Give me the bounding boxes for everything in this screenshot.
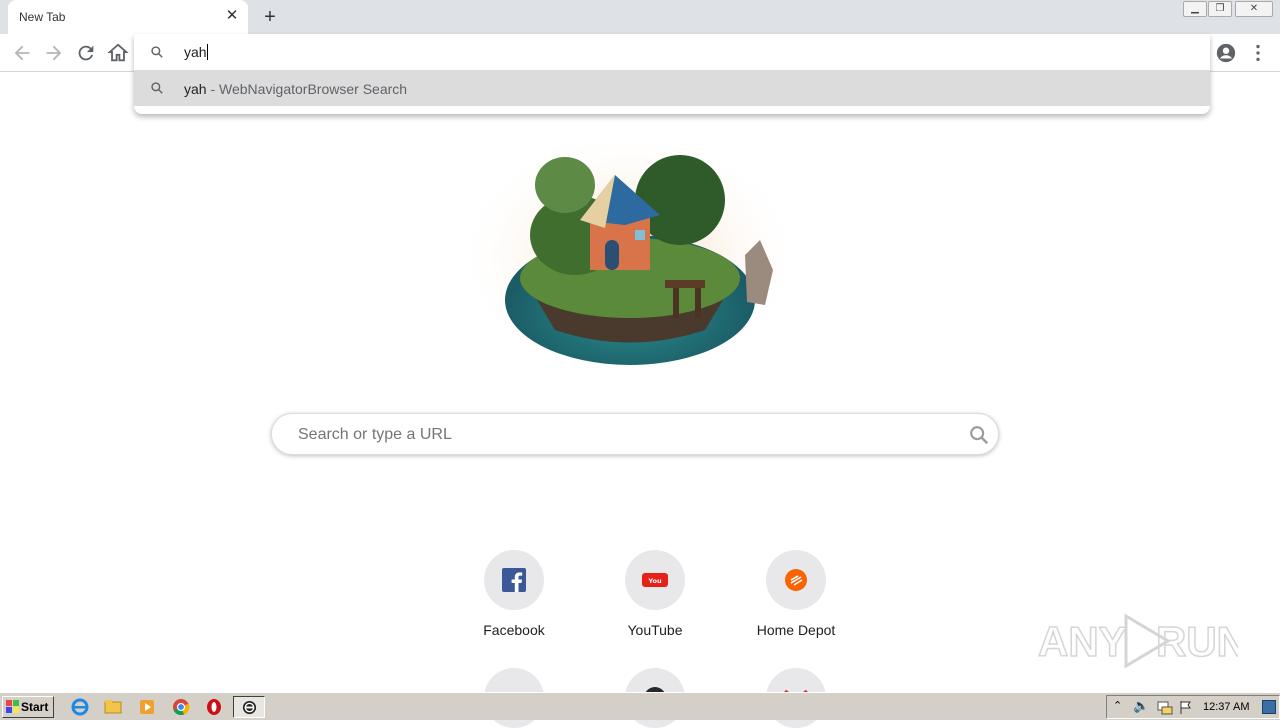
windows-taskbar: Start ⌃ 🔈 12:37 AM xyxy=(0,692,1280,720)
restore-button[interactable]: ❐ xyxy=(1208,1,1232,17)
menu-kebab-icon[interactable] xyxy=(1247,42,1269,64)
clock[interactable]: 12:37 AM xyxy=(1203,701,1249,713)
action-center-flag-icon[interactable] xyxy=(1179,700,1193,715)
back-arrow-icon[interactable] xyxy=(11,42,33,64)
search-icon xyxy=(151,82,163,94)
browser-app-icon xyxy=(242,700,257,715)
chrome-icon[interactable] xyxy=(170,697,192,717)
search-icon xyxy=(151,46,163,58)
search-button-icon[interactable] xyxy=(968,424,990,446)
minimize-button[interactable]: ▁ xyxy=(1183,1,1207,17)
floating-island-illustration xyxy=(455,130,805,380)
opera-icon[interactable] xyxy=(203,697,225,717)
facebook-icon xyxy=(502,568,526,592)
start-label: Start xyxy=(21,700,49,714)
start-button[interactable]: Start xyxy=(2,696,54,718)
internet-explorer-icon[interactable] xyxy=(69,697,91,717)
reload-icon[interactable] xyxy=(75,42,97,64)
shortcut-home-depot[interactable]: Home Depot xyxy=(746,550,846,650)
home-icon[interactable] xyxy=(107,42,129,64)
anyrun-watermark-logo: ANY RUN xyxy=(1038,613,1238,669)
new-tab-button[interactable]: + xyxy=(258,6,282,28)
forward-arrow-icon[interactable] xyxy=(43,42,65,64)
tab-title: New Tab xyxy=(19,10,66,24)
shortcut-facebook[interactable]: Facebook xyxy=(464,550,564,650)
omnibox-dropdown: yah yah - WebNavigatorBrowser Search xyxy=(134,34,1210,114)
svg-text:RUN: RUN xyxy=(1156,618,1238,665)
active-browser-taskbar-button[interactable] xyxy=(233,696,265,718)
svg-text:ANY: ANY xyxy=(1038,618,1127,665)
search-box[interactable] xyxy=(271,413,999,455)
windows-logo-icon xyxy=(6,700,19,713)
address-bar[interactable]: yah xyxy=(134,34,1210,70)
media-player-icon[interactable] xyxy=(136,697,158,717)
close-tab-icon[interactable]: ✕ xyxy=(222,6,242,26)
shortcut-youtube[interactable]: You YouTube xyxy=(605,550,705,650)
shortcut-label: YouTube xyxy=(627,622,683,638)
shortcut-label: Facebook xyxy=(483,622,545,638)
tab-new-tab[interactable]: New Tab ✕ xyxy=(8,0,248,34)
network-icon[interactable] xyxy=(1157,700,1173,715)
home-depot-icon xyxy=(785,569,807,591)
youtube-icon: You xyxy=(642,573,668,587)
system-tray: ⌃ 🔈 12:37 AM xyxy=(1106,695,1280,719)
svg-text:You: You xyxy=(647,577,662,585)
omnibox-suggestion[interactable]: yah - WebNavigatorBrowser Search xyxy=(134,70,1210,106)
file-explorer-icon[interactable] xyxy=(102,697,124,717)
show-desktop-button[interactable] xyxy=(1262,700,1276,714)
tab-strip: New Tab ✕ + ▁ ❐ ✕ xyxy=(0,0,1280,34)
search-input[interactable] xyxy=(298,424,938,446)
profile-icon[interactable] xyxy=(1215,42,1237,64)
shortcut-label: Home Depot xyxy=(756,622,836,638)
show-hidden-icons-icon[interactable]: ⌃ xyxy=(1113,699,1122,712)
address-bar-text[interactable]: yah xyxy=(184,44,208,60)
suggestion-engine: - WebNavigatorBrowser Search xyxy=(206,81,408,97)
close-window-button[interactable]: ✕ xyxy=(1235,1,1273,17)
volume-icon[interactable]: 🔈 xyxy=(1133,698,1149,714)
suggestion-text: yah - WebNavigatorBrowser Search xyxy=(184,81,407,97)
suggestion-query: yah xyxy=(184,81,207,97)
